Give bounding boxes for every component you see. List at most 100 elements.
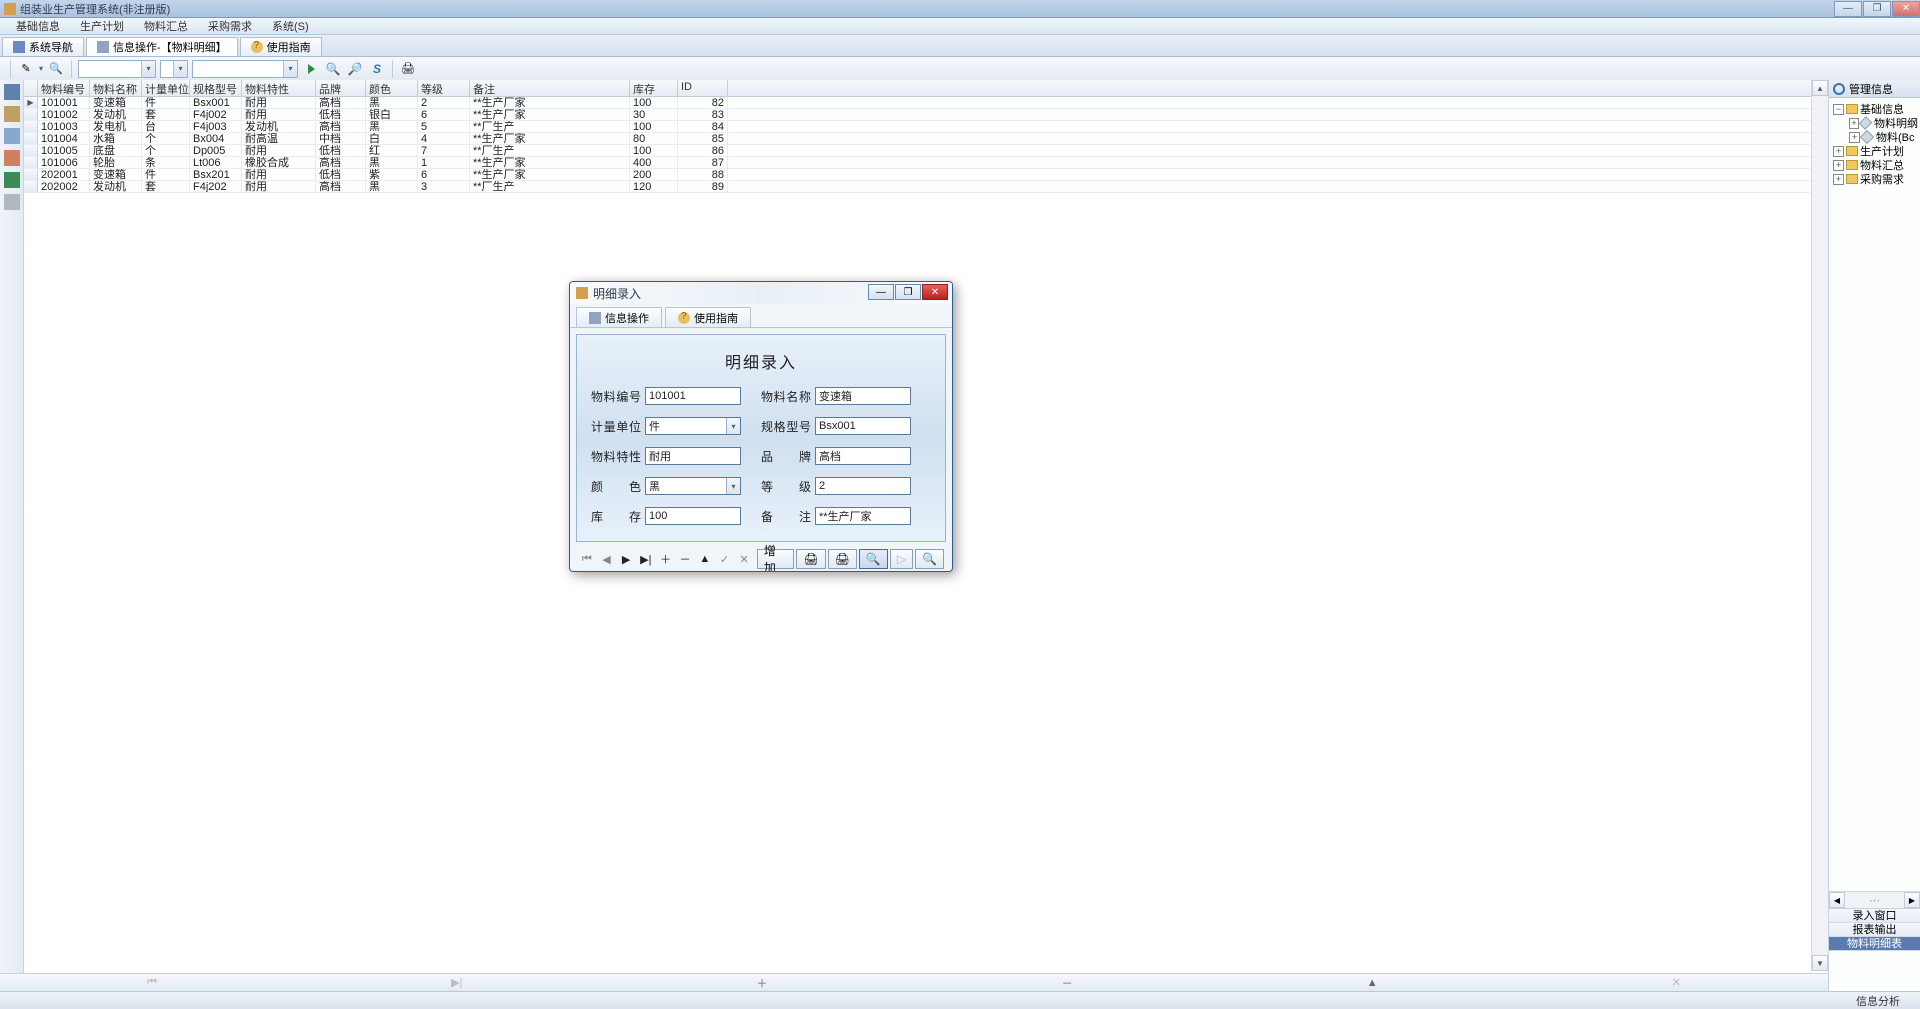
refresh-icon[interactable]: S bbox=[368, 60, 386, 78]
print-icon[interactable]: 🖨 bbox=[399, 60, 417, 78]
table-row[interactable]: 101003发电机台F4j003发动机高档黑5**厂生产10084 bbox=[24, 121, 1828, 133]
expand-icon[interactable]: + bbox=[1833, 146, 1844, 157]
input-material-name[interactable] bbox=[815, 387, 911, 405]
tree-node-purchase[interactable]: + 采购需求 bbox=[1831, 172, 1918, 186]
edit-icon[interactable]: ✎ bbox=[17, 60, 35, 78]
nav-check-icon[interactable]: ✓ bbox=[716, 550, 734, 568]
nav-first-icon[interactable]: ⏮ bbox=[147, 976, 157, 989]
rail-clip-icon[interactable] bbox=[4, 150, 20, 166]
input-remark[interactable] bbox=[815, 507, 911, 525]
rail-doc-icon[interactable] bbox=[4, 128, 20, 144]
scroll-up-icon[interactable]: ▲ bbox=[1812, 80, 1828, 96]
print-button[interactable]: 🖨 bbox=[796, 549, 825, 569]
rb-selected[interactable]: 物料明细表 bbox=[1829, 937, 1920, 951]
filter-combo-1[interactable]: ▾ bbox=[78, 60, 156, 78]
inspect-button[interactable]: 🔍 bbox=[915, 549, 944, 569]
search-icon[interactable]: 🔍 bbox=[324, 60, 342, 78]
expand-icon[interactable]: + bbox=[1833, 174, 1844, 185]
nav-next-icon[interactable]: ▶ bbox=[617, 550, 635, 568]
nav-remove-icon[interactable]: － bbox=[676, 550, 694, 568]
menu-purchase-demand[interactable]: 采购需求 bbox=[198, 18, 262, 34]
chevron-down-icon[interactable]: ▾ bbox=[726, 478, 740, 494]
chevron-down-icon[interactable]: ▾ bbox=[726, 418, 740, 434]
filter-combo-3[interactable]: ▾ bbox=[192, 60, 298, 78]
col-spec[interactable]: 规格型号 bbox=[190, 80, 242, 96]
col-brand[interactable]: 品牌 bbox=[316, 80, 366, 96]
menu-material-summary[interactable]: 物料汇总 bbox=[134, 18, 198, 34]
tab-help[interactable]: ? 使用指南 bbox=[240, 37, 322, 56]
rail-trash-icon[interactable] bbox=[4, 194, 20, 210]
collapse-icon[interactable]: − bbox=[1833, 104, 1844, 115]
tree-node-plan[interactable]: + 生产计划 bbox=[1831, 144, 1918, 158]
nav-add-icon[interactable]: ＋ bbox=[757, 975, 768, 991]
dialog-tab-help[interactable]: ? 使用指南 bbox=[665, 307, 751, 327]
input-spec[interactable] bbox=[815, 417, 911, 435]
tree-node-summary[interactable]: + 物料汇总 bbox=[1831, 158, 1918, 172]
rail-table-icon[interactable] bbox=[4, 84, 20, 100]
scroll-down-icon[interactable]: ▼ bbox=[1812, 955, 1828, 971]
search-plus-icon[interactable]: 🔎 bbox=[346, 60, 364, 78]
expand-icon[interactable]: + bbox=[1849, 118, 1859, 129]
table-row[interactable]: 101002发动机套F4j002耐用低档银白6**生产厂家3083 bbox=[24, 109, 1828, 121]
nav-up-icon[interactable]: ▲ bbox=[1367, 977, 1378, 989]
nav-add-icon[interactable]: ＋ bbox=[657, 550, 675, 568]
col-grade[interactable]: 等级 bbox=[418, 80, 470, 96]
dialog-titlebar[interactable]: 明细录入 ― ❐ ✕ bbox=[570, 282, 952, 304]
restore-button[interactable]: ❐ bbox=[1863, 1, 1891, 17]
menu-system[interactable]: 系统(S) bbox=[262, 18, 319, 34]
nav-remove-icon[interactable]: － bbox=[1062, 975, 1073, 991]
nav-prev-icon[interactable]: ◀ bbox=[598, 550, 616, 568]
scroll-right-icon[interactable]: ▶ bbox=[1904, 892, 1920, 908]
table-row[interactable]: 101005底盘个Dp005耐用低档红7**厂生产10086 bbox=[24, 145, 1828, 157]
close-button[interactable]: ✕ bbox=[1892, 1, 1920, 17]
dialog-minimize-button[interactable]: ― bbox=[868, 284, 894, 300]
table-row[interactable]: 202001变速箱件Bsx201耐用低档紫6**生产厂家20088 bbox=[24, 169, 1828, 181]
rb-report-output[interactable]: 报表输出 bbox=[1829, 923, 1920, 937]
nav-last-icon[interactable]: ▶| bbox=[637, 550, 655, 568]
tab-system-nav[interactable]: 系统导航 bbox=[2, 37, 84, 56]
nav-up-icon[interactable]: ▲ bbox=[696, 550, 714, 568]
tree-h-scrollbar[interactable]: ◀ ⋯ ▶ bbox=[1829, 891, 1920, 908]
input-stock[interactable] bbox=[645, 507, 741, 525]
nav-prev-icon[interactable]: ▶| bbox=[451, 976, 462, 989]
menu-production-plan[interactable]: 生产计划 bbox=[70, 18, 134, 34]
tree-leaf-material-detail[interactable]: + 物料明纲 bbox=[1831, 116, 1918, 130]
input-grade[interactable] bbox=[815, 477, 911, 495]
print-preview-button[interactable]: 🖨 bbox=[828, 549, 857, 569]
col-color[interactable]: 颜色 bbox=[366, 80, 418, 96]
table-row[interactable]: 202002发动机套F4j202耐用高档黑3**厂生产12089 bbox=[24, 181, 1828, 193]
nav-cancel-icon[interactable]: ✕ bbox=[1672, 976, 1681, 989]
scroll-left-icon[interactable]: ◀ bbox=[1829, 892, 1845, 908]
rail-tile-icon[interactable] bbox=[4, 106, 20, 122]
input-feature[interactable] bbox=[645, 447, 741, 465]
col-material-name[interactable]: 物料名称 bbox=[90, 80, 142, 96]
filter-combo-2[interactable]: ▾ bbox=[160, 60, 188, 78]
col-stock[interactable]: 库存 bbox=[630, 80, 678, 96]
combo-color[interactable]: 黑▾ bbox=[645, 477, 741, 495]
play-button[interactable]: ▷ bbox=[890, 549, 913, 569]
combo-unit[interactable]: 件▾ bbox=[645, 417, 741, 435]
col-id[interactable]: ID bbox=[678, 80, 728, 96]
minimize-button[interactable]: ― bbox=[1834, 1, 1862, 17]
add-button[interactable]: 增加 bbox=[757, 549, 795, 569]
nav-cancel-icon[interactable]: ✕ bbox=[735, 550, 753, 568]
table-row[interactable]: 101006轮胎条Lt006橡胶合成高档黑1**生产厂家40087 bbox=[24, 157, 1828, 169]
vertical-scrollbar[interactable]: ▲ ▼ bbox=[1811, 80, 1828, 971]
zoom-button[interactable]: 🔍 bbox=[859, 549, 888, 569]
table-row[interactable]: 101004水箱个Bx004耐高温中档白4**生产厂家8085 bbox=[24, 133, 1828, 145]
tab-info-operation[interactable]: 信息操作-【物料明细】 bbox=[86, 37, 238, 56]
input-material-no[interactable] bbox=[645, 387, 741, 405]
input-brand[interactable] bbox=[815, 447, 911, 465]
col-remark[interactable]: 备注 bbox=[470, 80, 630, 96]
run-button[interactable] bbox=[302, 60, 320, 78]
tree-leaf-material-bc[interactable]: + 物料(Bc bbox=[1831, 130, 1918, 144]
dialog-maximize-button[interactable]: ❐ bbox=[895, 284, 921, 300]
dialog-tab-info[interactable]: 信息操作 bbox=[576, 307, 662, 327]
col-unit[interactable]: 计量单位 bbox=[142, 80, 190, 96]
expand-icon[interactable]: + bbox=[1833, 160, 1844, 171]
zoom-icon[interactable]: 🔍 bbox=[47, 60, 65, 78]
menu-basic-info[interactable]: 基础信息 bbox=[6, 18, 70, 34]
col-feature[interactable]: 物料特性 bbox=[242, 80, 316, 96]
col-material-no[interactable]: 物料编号 bbox=[38, 80, 90, 96]
dialog-close-button[interactable]: ✕ bbox=[922, 284, 948, 300]
